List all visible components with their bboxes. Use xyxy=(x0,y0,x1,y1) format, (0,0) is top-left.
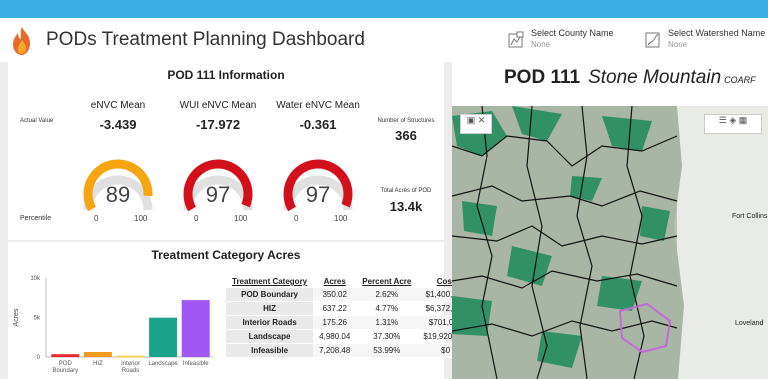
map-pod-abbr: COARF xyxy=(724,75,756,85)
wui-envc-mean-heading: WUI eNVC Mean xyxy=(179,100,257,111)
water-percentile-gauge: 97 0 100 xyxy=(280,158,356,234)
y-axis-title: Acres xyxy=(13,308,20,326)
map-close-icon[interactable]: ✕ xyxy=(478,115,486,125)
envc-mean-heading: eNVC Mean xyxy=(90,100,146,111)
column-header: Acres xyxy=(323,277,346,286)
watershed-map-icon xyxy=(645,32,660,48)
wui-percentile-gauge: 97 0 100 xyxy=(180,158,256,234)
table-cell: Infeasible xyxy=(226,343,314,358)
x-tick-label: Interior xyxy=(121,361,140,367)
gauge-min: 0 xyxy=(294,214,299,223)
table-row: HIZ 637.22 4.77% $6,372,224 xyxy=(226,301,474,316)
x-tick-label: Roads xyxy=(122,368,139,374)
structures-label: Number of Structures xyxy=(377,118,435,124)
treatment-acres-panel: Treatment Category Acres 0 5k 10k Acres POD B… xyxy=(8,242,474,379)
map-view[interactable]: ▣ ✕ ☰ ◈ ▦ Fort Collins Loveland xyxy=(452,106,768,379)
pod-info-panel: POD 111 Information Actual Value Percent… xyxy=(8,62,444,240)
map-legend-icon[interactable]: ☰ xyxy=(719,115,727,125)
top-accent-bar xyxy=(0,0,768,18)
column-header: Percent Acre xyxy=(362,277,412,286)
gauge-value: 89 xyxy=(106,182,130,207)
table-header-row: Treatment Category Acres Percent Acre Co… xyxy=(226,275,474,288)
map-pod-name: Stone Mountain xyxy=(588,67,722,88)
county-map-icon xyxy=(508,31,524,48)
table-row: Infeasible 7,208.48 53.99% $0 xyxy=(226,343,474,358)
envc-percentile-gauge: 89 0 100 xyxy=(80,158,156,234)
total-acres-label: Total Acres of POD xyxy=(380,188,432,194)
y-tick-label: 0 xyxy=(37,355,41,361)
watershed-selector-value: None xyxy=(668,40,688,49)
map-label-loveland: Loveland xyxy=(735,320,764,327)
table-cell: 53.99% xyxy=(356,343,418,358)
gauge-max: 100 xyxy=(234,214,248,223)
total-acres-value: 13.4k xyxy=(389,199,423,214)
table-row: POD Boundary 350.02 2.62% $1,400,089 xyxy=(226,288,474,302)
table-cell: 7,208.48 xyxy=(313,343,357,358)
column-header: Treatment Category xyxy=(232,277,308,286)
gauge-min: 0 xyxy=(94,214,99,223)
watershed-selector-label: Select Watershed Name xyxy=(668,28,766,38)
bar xyxy=(181,300,210,357)
table-cell: 637.22 xyxy=(313,301,357,316)
county-selector-label: Select County Name xyxy=(531,28,614,38)
table-row: Landscape 4,980.04 37.30% $19,920,154 xyxy=(226,329,474,344)
gauge-max: 100 xyxy=(334,214,348,223)
pod-info-title: POD 111 Information xyxy=(167,68,285,82)
water-envc-mean-heading: Water eNVC Mean xyxy=(276,100,360,111)
water-envc-mean-value: -0.361 xyxy=(299,117,337,132)
x-tick-label: POD xyxy=(59,361,73,367)
gauge-value: 97 xyxy=(306,182,330,207)
map-title: POD 111 Stone Mountain COARF xyxy=(504,67,756,89)
app-title: PODs Treatment Planning Dashboard xyxy=(46,29,365,50)
treatment-acres-bar-chart: 0 5k 10k Acres PODBoundary HIZ InteriorRoads La… xyxy=(13,276,213,374)
map-panel: POD 111 Stone Mountain COARF ▣ ✕ ☰ ◈ ▦ F… xyxy=(452,62,768,379)
map-basemap-icon[interactable]: ▦ xyxy=(739,115,748,125)
county-selector-value: None xyxy=(531,40,551,49)
bar xyxy=(116,355,145,358)
bar xyxy=(51,354,80,357)
table-cell: HIZ xyxy=(226,301,314,316)
structures-value: 366 xyxy=(395,128,417,143)
table-cell: 4,980.04 xyxy=(313,329,357,344)
table-cell: Interior Roads xyxy=(226,315,314,330)
bar xyxy=(149,317,178,357)
treatment-category-table: Treatment Category Acres Percent Acre Co… xyxy=(226,275,474,358)
map-widget-toolbar: ☰ ◈ ▦ xyxy=(704,114,762,134)
map-pod-number: POD 111 xyxy=(504,67,581,88)
table-cell: Landscape xyxy=(226,329,314,344)
table-cell: 4.77% xyxy=(356,301,418,316)
gauge-value: 97 xyxy=(206,182,230,207)
bar xyxy=(83,352,112,357)
table-cell: POD Boundary xyxy=(226,288,314,302)
x-tick-label: Landscape xyxy=(148,361,178,367)
table-cell: 350.02 xyxy=(313,288,357,302)
actual-value-label: Actual Value xyxy=(20,118,54,124)
map-draw-icon[interactable]: ▣ xyxy=(467,115,476,125)
x-tick-label: Boundary xyxy=(52,368,78,374)
percentile-label: Percentile xyxy=(20,215,52,222)
wui-envc-mean-value: -17.972 xyxy=(195,117,241,132)
table-row: Interior Roads 175.26 1.31% $701,031 xyxy=(226,315,474,330)
table-cell: 1.31% xyxy=(356,315,418,330)
map-label-fort-collins: Fort Collins xyxy=(732,213,768,220)
map-layers-icon[interactable]: ◈ xyxy=(729,115,736,125)
x-tick-label: HIZ xyxy=(93,361,103,367)
x-tick-label: Infeasible xyxy=(183,361,209,367)
gauge-min: 0 xyxy=(194,214,199,223)
app-header: PODs Treatment Planning Dashboard Select… xyxy=(0,18,768,62)
y-tick-label: 10k xyxy=(30,276,41,282)
gauge-max: 100 xyxy=(134,214,148,223)
map-tool-group: ▣ ✕ xyxy=(460,114,492,134)
table-cell: 2.62% xyxy=(356,288,418,302)
flame-logo-icon xyxy=(13,27,30,55)
y-tick-label: 5k xyxy=(34,316,41,322)
envc-mean-value: -3.439 xyxy=(99,117,137,132)
map-terrain xyxy=(452,106,768,379)
table-cell: 37.30% xyxy=(356,329,418,344)
table-cell: 175.26 xyxy=(313,315,357,330)
